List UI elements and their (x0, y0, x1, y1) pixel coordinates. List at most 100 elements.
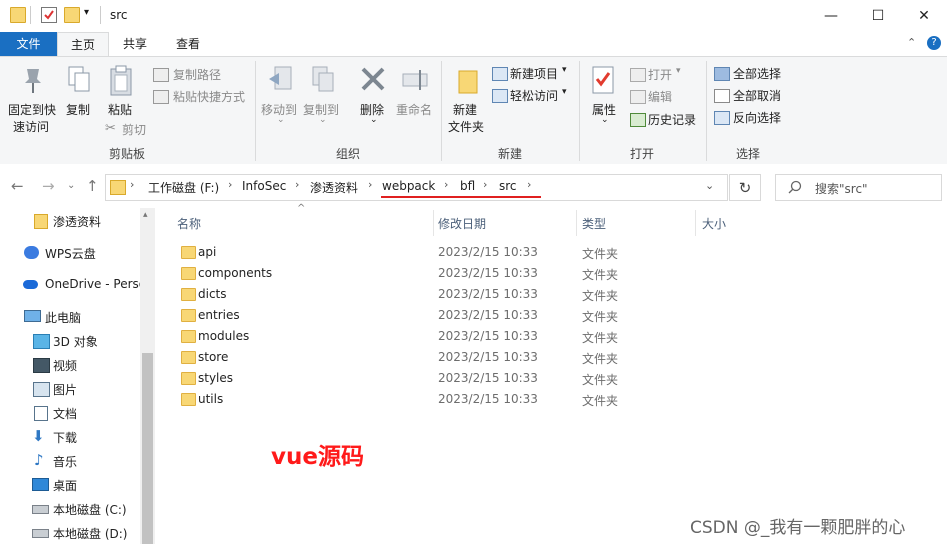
drive-icon (32, 505, 49, 514)
nav-item-this-pc[interactable]: 此电脑 (0, 306, 140, 328)
file-name: utils (198, 392, 224, 406)
cut-button[interactable]: ✂ 剪切 (105, 121, 155, 137)
scroll-up-icon[interactable]: ▴ (143, 210, 148, 220)
properties-check-icon[interactable] (41, 7, 57, 23)
minimize-button[interactable]: — (808, 0, 854, 32)
refresh-button[interactable]: ↻ (729, 174, 761, 201)
breadcrumb-item[interactable]: 工作磁盘 (F:) (148, 179, 219, 196)
breadcrumb-item[interactable]: src (499, 179, 517, 193)
select-all-button[interactable]: 全部选择 (714, 65, 788, 81)
column-divider[interactable] (695, 210, 696, 236)
nav-pane-scrollbar[interactable]: ▴ (140, 208, 155, 544)
breadcrumb-chevron-icon[interactable]: › (527, 178, 531, 191)
copy-path-button[interactable]: 复制路径 (153, 66, 253, 82)
nav-item-downloads[interactable]: ⬇ 下载 (0, 426, 140, 448)
help-icon[interactable]: ? (927, 36, 941, 50)
column-header-date[interactable]: 修改日期 (438, 215, 486, 232)
address-dropdown-icon[interactable]: ⌄ (705, 179, 714, 192)
breadcrumb-chevron-icon[interactable]: › (130, 178, 134, 191)
breadcrumb-chevron-icon[interactable]: › (444, 178, 448, 191)
close-button[interactable]: ✕ (901, 0, 947, 32)
folder-icon (181, 372, 196, 385)
tab-file[interactable]: 文件 (0, 32, 57, 56)
up-arrow-icon[interactable]: ↑ (86, 177, 99, 195)
new-item-button[interactable]: 新建项目 ▾ (492, 65, 574, 81)
nav-item-pentest[interactable]: 渗透资料 (0, 210, 140, 232)
column-divider[interactable] (433, 210, 434, 236)
nav-item-label: 音乐 (53, 455, 78, 469)
nav-item-videos[interactable]: 视频 (0, 354, 140, 376)
new-folder-button[interactable]: 新建 文件夹 (447, 63, 489, 137)
maximize-button[interactable]: ☐ (855, 0, 901, 32)
delete-button[interactable]: 删除 ⌄ (356, 63, 390, 129)
breadcrumb-item[interactable]: webpack (382, 179, 435, 193)
tab-share[interactable]: 共享 (110, 32, 160, 56)
breadcrumb-item[interactable]: 渗透资料 (310, 179, 358, 196)
properties-button[interactable]: 属性 ⌄ (586, 63, 622, 129)
edit-button[interactable]: 编辑 (630, 88, 690, 104)
collapse-ribbon-icon[interactable]: ⌃ (907, 36, 916, 49)
scrollbar-thumb[interactable] (142, 353, 153, 544)
back-arrow-icon[interactable]: ← (11, 177, 24, 195)
column-header-type[interactable]: 类型 (582, 215, 606, 232)
nav-item-desktop[interactable]: 桌面 (0, 474, 140, 496)
nav-item-label: 此电脑 (45, 311, 82, 325)
nav-item-3d-objects[interactable]: 3D 对象 (0, 330, 140, 352)
new-folder-icon[interactable] (64, 7, 80, 23)
quick-access-dropdown-icon[interactable]: ▾ (84, 7, 89, 18)
search-box[interactable]: 搜索"src" (775, 174, 942, 201)
column-header-size[interactable]: 大小 (702, 215, 726, 232)
recent-locations-icon[interactable]: ⌄ (67, 180, 75, 191)
cut-label: 剪切 (122, 123, 147, 137)
forward-arrow-icon[interactable]: → (42, 177, 55, 195)
nav-item-drive-c[interactable]: 本地磁盘 (C:) (0, 498, 140, 520)
copy-to-button[interactable]: 复制到 ⌄ (303, 63, 343, 129)
nav-item-pictures[interactable]: 图片 (0, 378, 140, 400)
table-row[interactable]: styles 2023/2/15 10:33 文件夹 (160, 368, 947, 389)
tab-home[interactable]: 主页 (57, 32, 109, 57)
breadcrumb-chevron-icon[interactable]: › (483, 178, 487, 191)
nav-item-documents[interactable]: 文档 (0, 402, 140, 424)
nav-item-onedrive[interactable]: OneDrive - Perso (0, 274, 140, 296)
nav-item-drive-d[interactable]: 本地磁盘 (D:) (0, 522, 140, 544)
pin-label-line2: 速访问 (13, 120, 50, 134)
select-none-button[interactable]: 全部取消 (714, 87, 788, 103)
paste-button[interactable]: 粘贴 (104, 63, 138, 123)
table-row[interactable]: dicts 2023/2/15 10:33 文件夹 (160, 284, 947, 305)
pin-icon (25, 69, 41, 93)
breadcrumb-chevron-icon[interactable]: › (368, 178, 372, 191)
move-to-button[interactable]: 移动到 ⌄ (261, 63, 301, 129)
history-button[interactable]: 历史记录 (630, 111, 704, 127)
nav-item-label: 本地磁盘 (D:) (53, 527, 128, 541)
chevron-down-icon: ⌄ (319, 115, 327, 125)
breadcrumb-chevron-icon[interactable]: › (228, 178, 232, 191)
nav-item-music[interactable]: ♪ 音乐 (0, 450, 140, 472)
rename-button[interactable]: 重命名 (396, 63, 436, 123)
pin-quick-access-button[interactable]: 固定到快 速访问 (8, 63, 58, 137)
invert-selection-button[interactable]: 反向选择 (714, 109, 788, 125)
nav-item-label: 图片 (53, 383, 78, 397)
breadcrumb-chevron-icon[interactable]: › (295, 178, 299, 191)
copy-button[interactable]: 复制 (62, 63, 96, 123)
table-row[interactable]: utils 2023/2/15 10:33 文件夹 (160, 389, 947, 410)
table-row[interactable]: components 2023/2/15 10:33 文件夹 (160, 263, 947, 284)
breadcrumb-item[interactable]: bfl (460, 179, 475, 193)
column-divider[interactable] (576, 210, 577, 236)
address-bar[interactable]: › 工作磁盘 (F:) › InfoSec › 渗透资料 › webpack ›… (105, 174, 728, 201)
easy-access-button[interactable]: 轻松访问 ▾ (492, 87, 574, 103)
chevron-down-icon: ⌄ (370, 115, 378, 125)
table-row[interactable]: api 2023/2/15 10:33 文件夹 (160, 242, 947, 263)
ribbon-tabs: 文件 主页 共享 查看 ⌃ ? (0, 32, 947, 57)
column-header-name[interactable]: 名称 (177, 215, 201, 232)
open-button[interactable]: 打开 ▾ (630, 66, 690, 82)
paste-shortcut-label: 粘贴快捷方式 (173, 90, 246, 104)
table-row[interactable]: store 2023/2/15 10:33 文件夹 (160, 347, 947, 368)
paste-shortcut-button[interactable]: 粘贴快捷方式 (153, 88, 253, 104)
nav-item-wps-cloud[interactable]: WPS云盘 (0, 242, 140, 264)
table-row[interactable]: modules 2023/2/15 10:33 文件夹 (160, 326, 947, 347)
video-icon (33, 358, 50, 373)
copy-to-icon (312, 66, 334, 92)
table-row[interactable]: entries 2023/2/15 10:33 文件夹 (160, 305, 947, 326)
breadcrumb-item[interactable]: InfoSec (242, 179, 286, 193)
tab-view[interactable]: 查看 (162, 32, 214, 56)
